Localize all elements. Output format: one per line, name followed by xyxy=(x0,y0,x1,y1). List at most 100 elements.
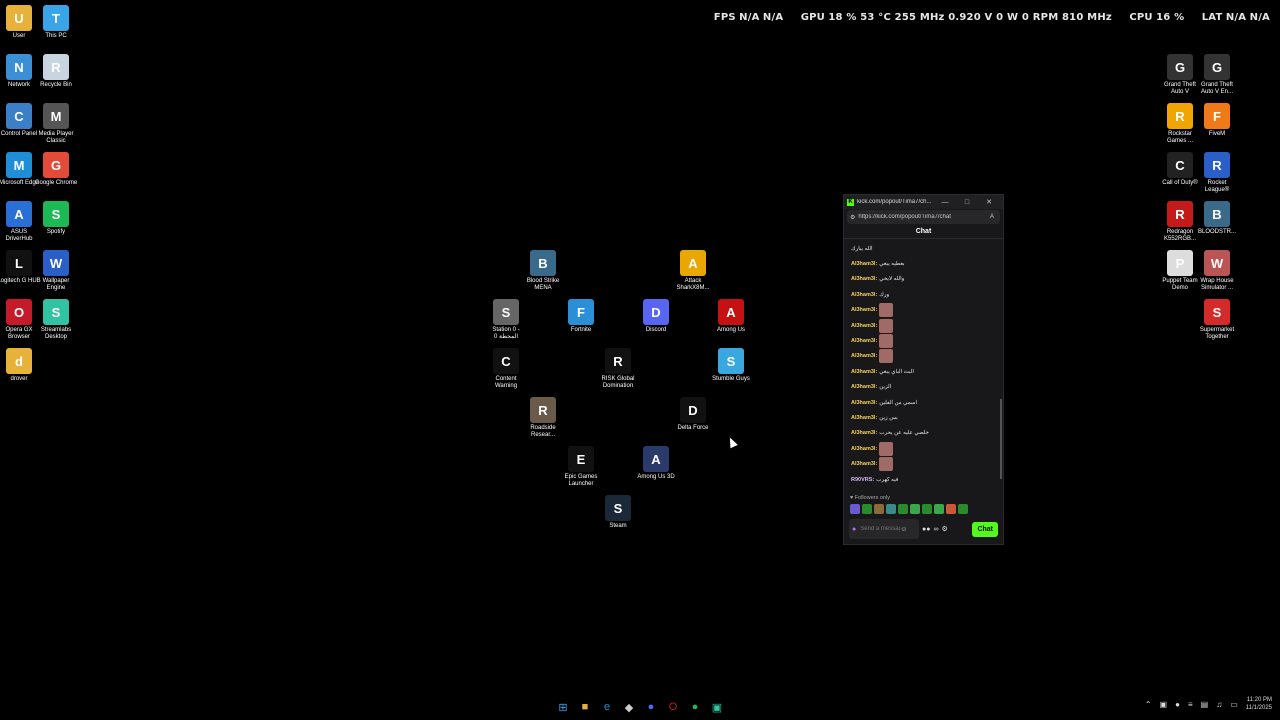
chat-username[interactable]: R90VRS: xyxy=(851,477,874,483)
chat-message[interactable]: R90VRS: فيه كهرب xyxy=(851,472,999,487)
chat-message[interactable]: Al3ham3l: xyxy=(851,349,999,364)
infinity-icon[interactable]: ∞ xyxy=(933,526,938,533)
chat-message[interactable]: Al3ham3l: xyxy=(851,441,999,456)
desktop-shortcut[interactable]: W Wrap House Simulator ... xyxy=(1195,250,1239,292)
desktop-shortcut[interactable]: A Attack SharkX8M... xyxy=(671,250,715,292)
battery-icon[interactable]: ▭ xyxy=(1230,700,1238,709)
desktop-shortcut[interactable]: F FiveM xyxy=(1195,103,1239,138)
desktop-shortcut[interactable]: S Supermarket Together xyxy=(1195,299,1239,341)
emote-button[interactable] xyxy=(850,504,860,514)
desktop-shortcut[interactable]: F Fortnite xyxy=(559,299,603,334)
emote-button[interactable] xyxy=(910,504,920,514)
spotify-icon[interactable]: ● xyxy=(686,698,704,716)
chat-message[interactable]: Al3ham3l: xyxy=(851,456,999,472)
edge-icon[interactable]: e xyxy=(598,698,616,716)
desktop-shortcut[interactable]: C Content Warning xyxy=(484,348,528,390)
desktop-shortcut[interactable]: E Epic Games Launcher xyxy=(559,446,603,488)
desktop-shortcut[interactable]: G Grand Theft Auto V En... xyxy=(1195,54,1239,96)
close-button[interactable]: ✕ xyxy=(978,198,1000,206)
desktop-shortcut[interactable]: R RISK Global Domination xyxy=(596,348,640,390)
chat-message[interactable]: Al3ham3l: البث الباي يبغي xyxy=(851,364,999,379)
chat-message[interactable]: Al3ham3l: ورك xyxy=(851,287,999,302)
chat-message[interactable]: Al3ham3l: اسمي من الفلين xyxy=(851,395,999,410)
chat-input-box[interactable]: ● ☺ xyxy=(849,519,919,539)
chat-username[interactable]: Al3ham3l: xyxy=(851,446,877,452)
chat-message[interactable]: Al3ham3l: xyxy=(851,333,999,349)
chat-username[interactable]: Al3ham3l: xyxy=(851,261,877,267)
desktop-shortcut[interactable]: R Rocket League® xyxy=(1195,152,1239,194)
emote-button[interactable] xyxy=(946,504,956,514)
chat-username[interactable]: Al3ham3l: xyxy=(851,430,877,436)
chat-username[interactable]: Al3ham3l: xyxy=(851,384,877,390)
desktop-shortcut[interactable]: R Roadside Resear... xyxy=(521,397,565,439)
wifi-icon[interactable]: ▤ xyxy=(1201,700,1209,709)
window-titlebar[interactable]: K kick.com/popout/Tima7/ch... — □ ✕ xyxy=(844,195,1003,209)
emote-button[interactable] xyxy=(898,504,908,514)
emote-button[interactable] xyxy=(874,504,884,514)
chat-username[interactable]: Al3ham3l: xyxy=(851,369,877,375)
chat-message[interactable]: الله يبارك xyxy=(851,241,999,256)
maximize-button[interactable]: □ xyxy=(956,199,978,206)
chat-message[interactable]: Al3ham3l: xyxy=(851,303,999,318)
chat-username[interactable]: Al3ham3l: xyxy=(851,461,877,467)
emote-button[interactable] xyxy=(862,504,872,514)
chat-message[interactable]: Al3ham3l: والله لايخي xyxy=(851,272,999,287)
send-chat-button[interactable]: Chat xyxy=(972,521,998,537)
file-explorer-icon[interactable]: ■ xyxy=(576,698,594,716)
chat-message-input[interactable] xyxy=(860,526,901,532)
opera-gx-icon[interactable]: O xyxy=(664,698,682,716)
desktop-shortcut[interactable]: S Streamlabs Desktop xyxy=(34,299,78,341)
emote-button[interactable] xyxy=(958,504,968,514)
roblox-icon[interactable]: ◆ xyxy=(620,698,638,716)
desktop-shortcut[interactable]: W Wallpaper Engine xyxy=(34,250,78,292)
chat-username[interactable]: Al3ham3l: xyxy=(851,400,877,406)
users-icon[interactable]: ●● xyxy=(922,526,930,533)
discord-icon[interactable]: ● xyxy=(642,698,660,716)
volume-icon[interactable]: ♫ xyxy=(1216,700,1222,709)
desktop-shortcut[interactable]: A Among Us 3D xyxy=(634,446,678,481)
emote-button[interactable] xyxy=(886,504,896,514)
address-bar[interactable]: ⚙ https://kick.com/popout/Tima7/chat A xyxy=(847,210,1000,224)
chat-username[interactable]: Al3ham3l: xyxy=(851,307,877,313)
language-icon[interactable]: ≡ xyxy=(1188,700,1193,709)
chat-message[interactable]: Al3ham3l: بعطيه يبغي xyxy=(851,256,999,271)
desktop-shortcut[interactable]: S Steam xyxy=(596,495,640,530)
chat-username[interactable]: Al3ham3l: xyxy=(851,338,877,344)
site-info-icon[interactable]: ⚙ xyxy=(850,214,855,221)
desktop-shortcut[interactable]: B BLOODSTR... xyxy=(1195,201,1239,236)
desktop-shortcut[interactable]: R Recycle Bin xyxy=(34,54,78,89)
emote-button[interactable] xyxy=(934,504,944,514)
chat-message[interactable]: Al3ham3l: الزين xyxy=(851,380,999,395)
chat-scrollbar[interactable] xyxy=(1000,399,1002,479)
minimize-button[interactable]: — xyxy=(934,199,956,206)
emote-button[interactable] xyxy=(922,504,932,514)
emoji-picker-icon[interactable]: ☺ xyxy=(900,526,907,533)
chat-message-list[interactable]: الله يبارك Al3ham3l: بعطيه يبغي Al3ham3l: وا… xyxy=(844,239,1003,492)
desktop-shortcut[interactable]: D Delta Force xyxy=(671,397,715,432)
desktop-shortcut[interactable]: S Station 0 - المحطة 0 xyxy=(484,299,528,341)
chat-message[interactable]: Al3ham3l: بس زين xyxy=(851,410,999,425)
chat-username[interactable]: Al3ham3l: xyxy=(851,276,877,282)
network-tray-icon[interactable]: ▣ xyxy=(1160,700,1168,709)
show-hidden-icons-icon[interactable]: ⌃ xyxy=(1145,700,1152,709)
settings-gear-icon[interactable]: ⚙ xyxy=(941,525,947,533)
desktop-shortcut[interactable]: S Spotify xyxy=(34,201,78,236)
desktop-shortcut[interactable]: G Google Chrome xyxy=(34,152,78,187)
streamlabs-icon[interactable]: ▣ xyxy=(708,698,726,716)
chat-username[interactable]: Al3ham3l: xyxy=(851,292,877,298)
chat-username[interactable]: Al3ham3l: xyxy=(851,415,877,421)
desktop-shortcut[interactable]: D Discord xyxy=(634,299,678,334)
chat-username[interactable]: Al3ham3l: xyxy=(851,323,877,329)
read-aloud-icon[interactable]: A xyxy=(990,214,994,220)
windows-start-icon[interactable]: ⊞ xyxy=(554,698,572,716)
desktop-shortcut[interactable]: d drover xyxy=(0,348,41,383)
desktop-shortcut[interactable]: S Stumble Guys xyxy=(709,348,753,383)
chat-username[interactable]: Al3ham3l: xyxy=(851,353,877,359)
desktop-shortcut[interactable]: B Blood Strike MENA xyxy=(521,250,565,292)
clock[interactable]: 11:20 PM 11/1/2025 xyxy=(1246,696,1272,712)
chat-message[interactable]: Al3ham3l: خلصي عليه عن يحرب xyxy=(851,426,999,441)
chat-message[interactable]: Al3ham3l: xyxy=(851,318,999,333)
desktop-shortcut[interactable]: A Among Us xyxy=(709,299,753,334)
desktop-shortcut[interactable]: T This PC xyxy=(34,5,78,40)
microphone-icon[interactable]: ● xyxy=(852,526,856,533)
